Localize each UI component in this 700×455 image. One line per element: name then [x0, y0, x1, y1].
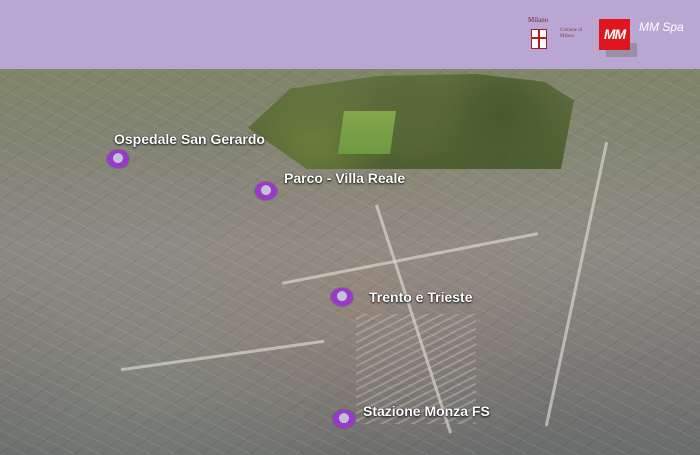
mm-logo: MM: [599, 19, 630, 50]
logo-divider: [594, 18, 595, 54]
mm-company-name: MM Spa: [639, 20, 684, 34]
marker-parco-villa-reale: [255, 182, 277, 200]
milano-caption: Comune di Milano: [560, 28, 583, 39]
label-parco-villa-reale: Parco - Villa Reale: [284, 170, 406, 186]
comune-di-milano-logo: Milano Comune di Milano: [528, 16, 590, 56]
mm-logo-mark: MM: [603, 26, 626, 42]
milano-wordmark: Milano: [528, 16, 549, 24]
aerial-map: Ospedale San Gerardo Parco - Villa Reale…: [0, 69, 700, 455]
label-trento-e-trieste: Trento e Trieste: [369, 289, 473, 305]
label-stazione-monza-fs: Stazione Monza FS: [363, 403, 490, 419]
marker-trento-e-trieste: [331, 288, 353, 306]
marker-stazione-monza-fs: [333, 410, 355, 428]
top-banner: Milano Comune di Milano MM MM Spa: [0, 0, 700, 69]
map-shadow-overlay: [0, 69, 700, 239]
label-ospedale-san-gerardo: Ospedale San Gerardo: [114, 131, 265, 147]
marker-ospedale-san-gerardo: [107, 150, 129, 168]
milano-crest-icon: [531, 29, 547, 49]
